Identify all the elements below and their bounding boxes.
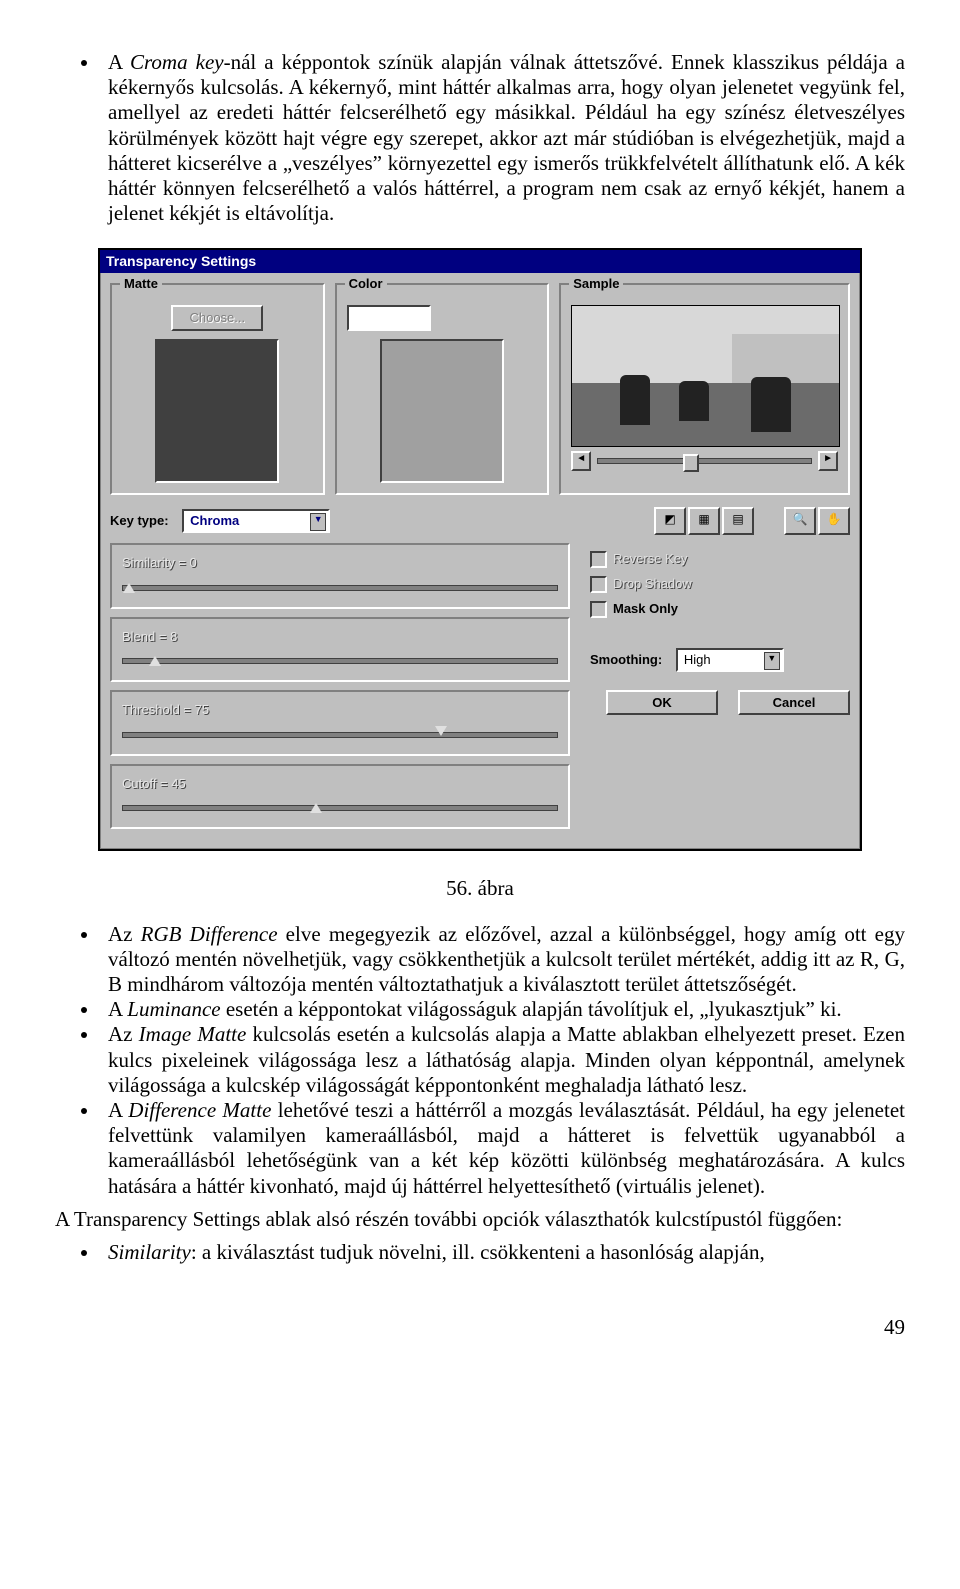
sample-panel: Sample ◄ ► [559,283,850,495]
preview-image-icon[interactable]: ▤ [722,507,754,535]
key-type-label: Key type: [110,513,169,528]
list-item: A Luminance esetén a képpontokat világos… [100,997,905,1022]
key-type-value: Chroma [190,513,239,528]
zoom-tools: 🔍 ✋ [784,507,850,535]
dialog-titlebar[interactable]: Transparency Settings [100,250,860,273]
blend-label: Blend = 8 [122,629,558,645]
t: A [108,50,130,74]
reverse-key-checkbox[interactable]: Reverse Key [590,551,850,568]
plain-paragraph: A Transparency Settings ablak alsó részé… [55,1207,905,1232]
cutoff-label: Cutoff = 45 [122,776,558,792]
smoothing-label: Smoothing: [590,652,662,667]
cancel-button[interactable]: Cancel [738,690,850,716]
smoothing-dropdown[interactable]: High ▼ [676,648,784,672]
term-image-matte: Image Matte [139,1022,247,1046]
threshold-slider[interactable] [122,732,558,738]
preview-bw-icon[interactable]: ◩ [654,507,686,535]
similarity-slider[interactable] [122,585,558,591]
reverse-key-label: Reverse Key [613,551,687,566]
t: A [108,1098,128,1122]
smoothing-value: High [684,652,711,667]
checkbox-icon [590,576,607,593]
term-luminance: Luminance [127,997,220,1021]
intro-list: A Croma key-nál a képpontok színük alapj… [55,50,905,226]
chevron-down-icon[interactable]: ▼ [310,513,326,531]
color-label: Color [345,276,387,292]
intro-bullet: A Croma key-nál a képpontok színük alapj… [100,50,905,226]
t: Az [108,922,141,946]
color-preview[interactable] [380,339,504,483]
matte-panel: Matte Choose... [110,283,325,495]
blend-block: Blend = 8 [110,617,570,683]
matte-label: Matte [120,276,162,292]
list-item: Az RGB Difference elve megegyezik az elő… [100,922,905,998]
zoom-left-icon[interactable]: ◄ [571,451,591,471]
options-list: Similarity: a kiválasztást tudjuk növeln… [55,1240,905,1265]
checkbox-icon [590,601,607,618]
sample-label: Sample [569,276,623,292]
preview-checker-icon[interactable]: ▦ [688,507,720,535]
magnifier-icon[interactable]: 🔍 [784,507,816,535]
similarity-label: Similarity = 0 [122,555,558,571]
color-swatch[interactable] [347,305,431,331]
t: Az [108,1022,139,1046]
term-difference-matte: Difference Matte [128,1098,271,1122]
ok-button[interactable]: OK [606,690,718,716]
matte-preview[interactable] [155,339,279,483]
cutoff-block: Cutoff = 45 [110,764,570,830]
term-similarity: Similarity [108,1240,191,1264]
mask-only-label: Mask Only [613,601,678,616]
sample-zoom-slider[interactable]: ◄ ► [571,451,838,471]
list-item: Az Image Matte kulcsolás esetén a kulcso… [100,1022,905,1098]
term-rgb-difference: RGB Difference [141,922,278,946]
similarity-block: Similarity = 0 [110,543,570,609]
mask-only-checkbox[interactable]: Mask Only [590,601,850,618]
preview-mode-tools: ◩ ▦ ▤ [654,507,754,535]
term-croma-key: Croma key [130,50,224,74]
transparency-settings-dialog: Transparency Settings Matte Choose... Co… [98,248,862,851]
t: esetén a képpontokat világosságuk alapjá… [221,997,842,1021]
figure-caption: 56. ábra [55,876,905,901]
checkbox-icon [590,551,607,568]
hand-icon[interactable]: ✋ [818,507,850,535]
body-list: Az RGB Difference elve megegyezik az elő… [55,922,905,1199]
list-item: Similarity: a kiválasztást tudjuk növeln… [100,1240,905,1265]
drop-shadow-label: Drop Shadow [613,576,692,591]
drop-shadow-checkbox[interactable]: Drop Shadow [590,576,850,593]
page-number: 49 [55,1315,905,1340]
sample-image[interactable] [571,305,840,447]
list-item: A Difference Matte lehetővé teszi a hátt… [100,1098,905,1199]
t: A [108,997,127,1021]
cutoff-slider[interactable] [122,805,558,811]
t: -nál a képpontok színük alapján válnak á… [108,50,905,225]
choose-button[interactable]: Choose... [171,305,263,331]
t: : a kiválasztást tudjuk növelni, ill. cs… [191,1240,765,1264]
zoom-right-icon[interactable]: ► [818,451,838,471]
blend-slider[interactable] [122,658,558,664]
threshold-block: Threshold = 75 [110,690,570,756]
color-panel: Color [335,283,550,495]
dialog-body: Matte Choose... Color Sample [100,273,860,849]
chevron-down-icon[interactable]: ▼ [764,652,780,670]
threshold-label: Threshold = 75 [122,702,558,718]
key-type-dropdown[interactable]: Chroma ▼ [182,509,330,533]
